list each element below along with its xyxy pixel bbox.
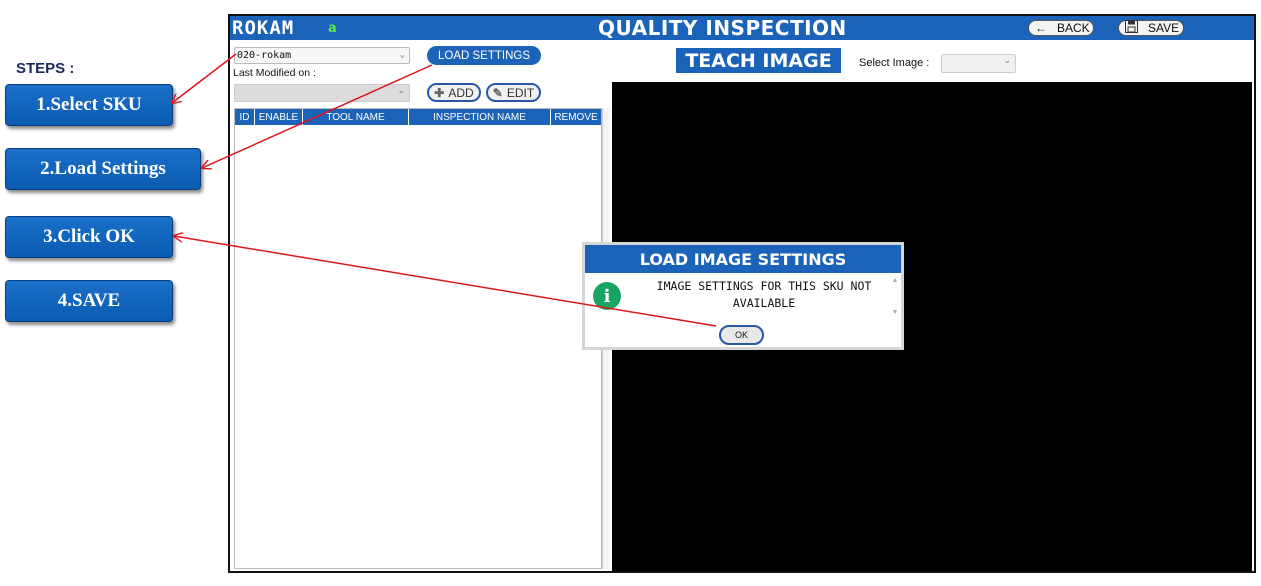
step-save: 4.SAVE (5, 280, 173, 322)
select-image-dropdown[interactable]: ⌄ (941, 54, 1016, 73)
column-header-tool-name[interactable]: TOOL NAME (303, 109, 409, 125)
dialog-message-line-1: IMAGE SETTINGS FOR THIS SKU NOT (656, 279, 872, 293)
chevron-down-icon: ⌄ (397, 85, 405, 95)
app-title: QUALITY INSPECTION (598, 16, 847, 40)
back-button[interactable]: ← BACK (1028, 20, 1094, 36)
column-header-remove[interactable]: REMOVE (551, 109, 601, 125)
teach-image-title: TEACH IMAGE (676, 48, 841, 73)
table-header: ID ENABLE TOOL NAME INSPECTION NAME REMO… (235, 109, 601, 125)
select-image-label: Select Image : (859, 57, 930, 69)
arrow-left-icon: ← (1035, 21, 1047, 35)
add-button[interactable]: ✚ ADD (427, 83, 481, 102)
save-button[interactable]: SAVE (1118, 20, 1184, 36)
floppy-icon (1125, 20, 1138, 36)
dialog-title: LOAD IMAGE SETTINGS (585, 245, 901, 273)
info-icon: i (593, 282, 621, 310)
edit-button-label: EDIT (506, 85, 535, 100)
chevron-down-icon: ⌄ (1003, 55, 1011, 65)
last-modified-label: Last Modified on : (233, 67, 316, 79)
sku-select[interactable]: 020-rokam ⌄ (234, 47, 410, 64)
title-bar: ROKAM a QUALITY INSPECTION ← BACK SAVE (230, 16, 1254, 40)
back-button-label: BACK (1057, 21, 1090, 35)
load-settings-button[interactable]: LOAD SETTINGS (427, 46, 541, 65)
column-header-inspection-name[interactable]: INSPECTION NAME (409, 109, 551, 125)
app-logo: ROKAM (232, 17, 295, 39)
chevron-down-icon: ⌄ (399, 50, 405, 60)
ok-button[interactable]: OK (719, 325, 764, 345)
dialog-message-line-2: AVAILABLE (732, 296, 796, 310)
load-image-settings-dialog: LOAD IMAGE SETTINGS i IMAGE SETTINGS FOR… (582, 242, 904, 350)
app-window: ROKAM a QUALITY INSPECTION ← BACK SAVE 0… (228, 14, 1256, 573)
column-header-enable[interactable]: ENABLE (255, 109, 303, 125)
column-header-id[interactable]: ID (235, 109, 255, 125)
tools-table: ID ENABLE TOOL NAME INSPECTION NAME REMO… (234, 108, 602, 569)
step-select-sku: 1.Select SKU (5, 84, 173, 126)
step-load-settings: 2.Load Settings (5, 148, 201, 190)
step-click-ok: 3.Click OK (5, 216, 173, 258)
arrow-step-1 (172, 53, 237, 103)
sku-select-value: 020-rokam (237, 50, 292, 61)
edit-button[interactable]: ✎ EDIT (486, 83, 541, 102)
dialog-message: IMAGE SETTINGS FOR THIS SKU NOT AVAILABL… (631, 278, 897, 312)
last-modified-select: ⌄ (234, 84, 410, 102)
dialog-scrollbar[interactable]: ▲ ▼ (891, 277, 899, 317)
save-button-label: SAVE (1148, 21, 1180, 35)
logo-subtext: a (328, 21, 337, 36)
add-button-label: ADD (448, 85, 474, 100)
steps-title: STEPS : (16, 60, 75, 77)
plus-icon: ✚ (434, 85, 445, 100)
pencil-icon: ✎ (492, 85, 503, 100)
